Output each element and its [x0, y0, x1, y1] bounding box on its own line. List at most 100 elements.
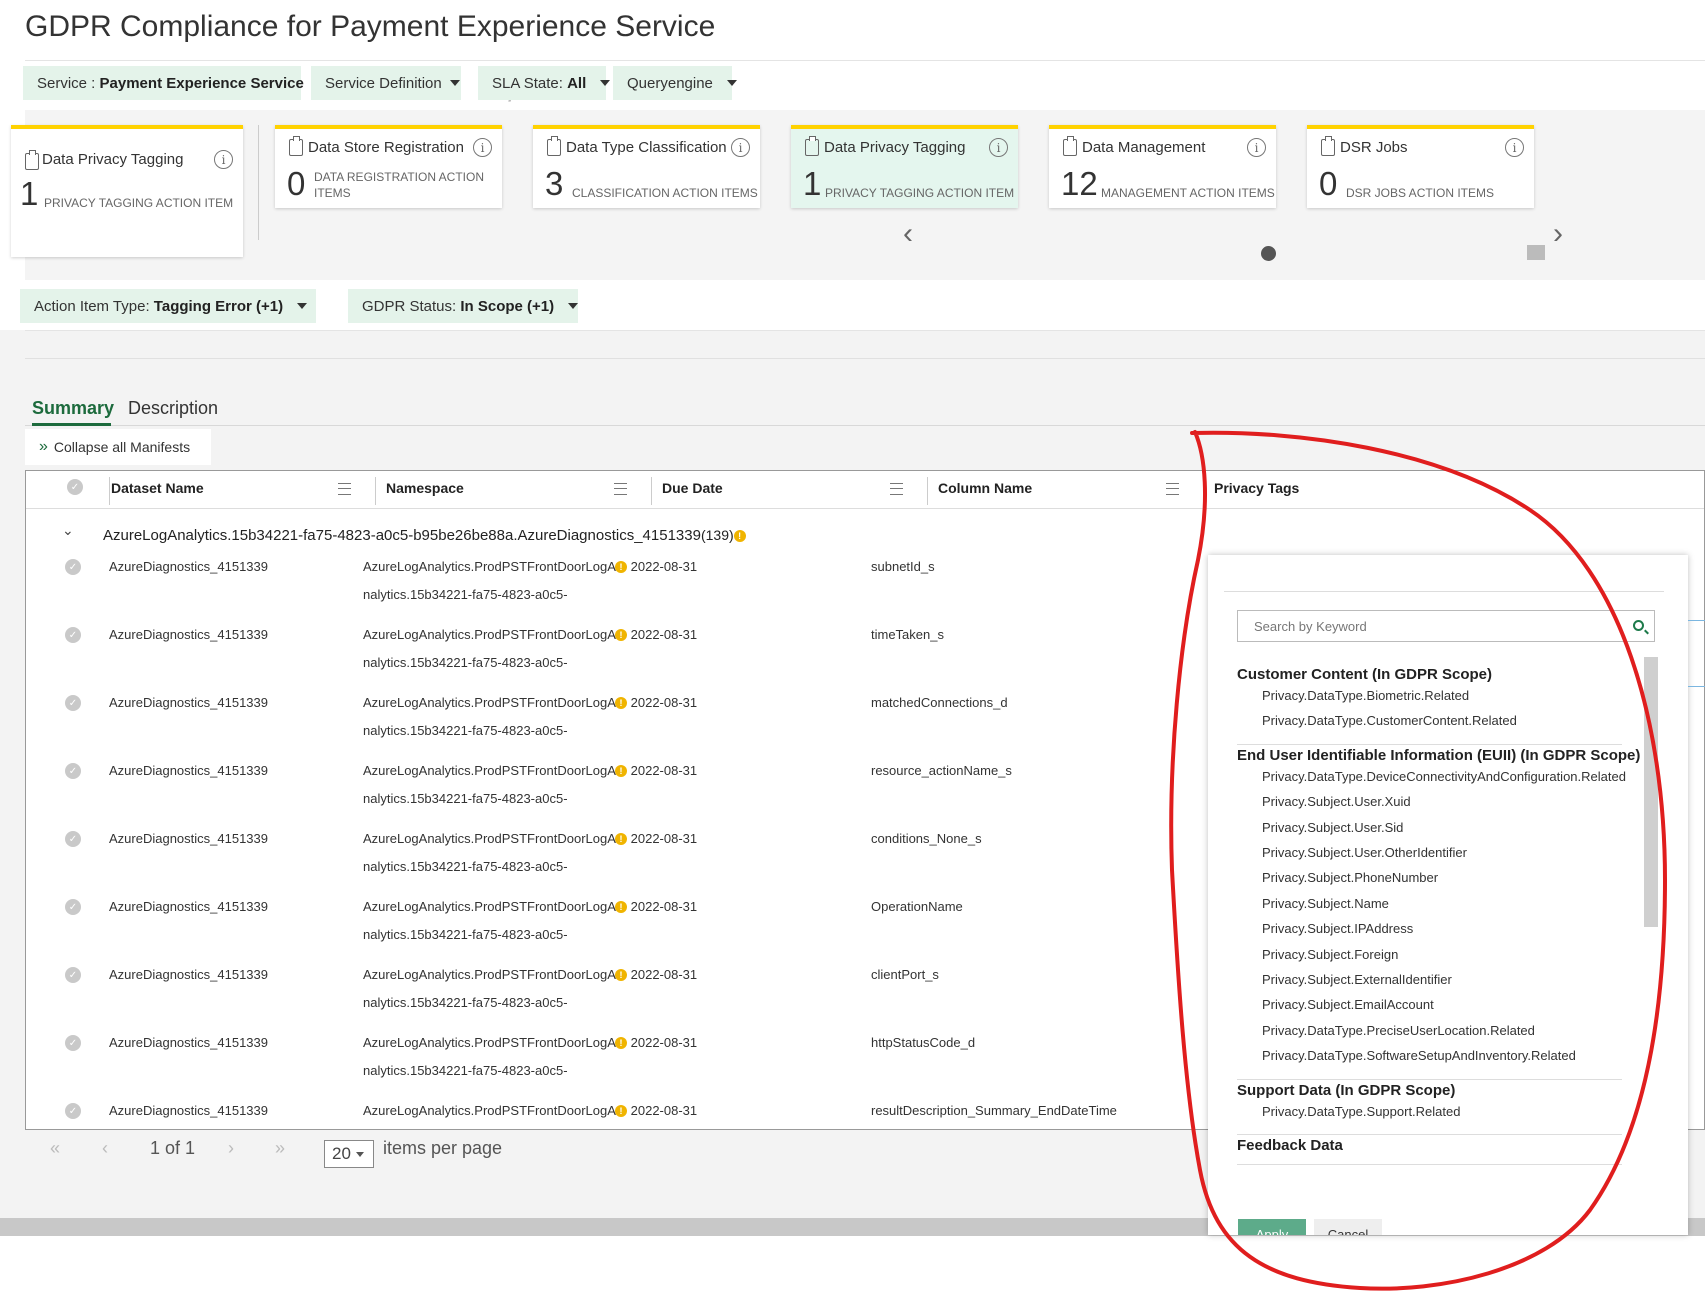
column-separator[interactable] — [651, 477, 652, 505]
tag-search-input[interactable]: Search by Keyword — [1237, 610, 1655, 642]
cell-column-name: timeTaken_s — [871, 627, 944, 642]
tile-data-management[interactable]: Data Management i 12 MANAGEMENT ACTION I… — [1049, 125, 1276, 208]
cancel-button[interactable]: Cancel — [1314, 1219, 1382, 1235]
gdpr-status-filter[interactable]: GDPR Status: In Scope (+1) — [348, 289, 579, 323]
tile-data-privacy-tagging[interactable]: Data Privacy Tagging i 1 PRIVACY TAGGING… — [791, 125, 1018, 208]
action-item-type-filter[interactable]: Action Item Type: Tagging Error (+1) — [20, 289, 316, 323]
tab-description[interactable]: Description — [128, 398, 218, 419]
privacy-tag-option[interactable]: Privacy.Subject.EmailAccount — [1262, 997, 1434, 1012]
privacy-tag-option[interactable]: Privacy.Subject.User.OtherIdentifier — [1262, 845, 1467, 860]
sla-state-filter[interactable]: SLA State: All — [478, 66, 611, 100]
chevron-down-icon — [297, 303, 308, 309]
column-separator[interactable] — [927, 477, 928, 505]
tile-data-store-registration[interactable]: Data Store Registration i 0 DATA REGISTR… — [275, 125, 502, 208]
info-icon[interactable]: i — [1247, 138, 1266, 157]
collapse-all-manifests-button[interactable]: » Collapse all Manifests — [25, 429, 211, 465]
service-definition-label: Service Definition — [325, 74, 442, 92]
chevron-left-icon[interactable]: ‹ — [903, 217, 913, 251]
previous-page-button[interactable]: ‹ — [102, 1138, 108, 1159]
column-menu-icon[interactable] — [890, 483, 903, 495]
chevron-down-icon — [449, 80, 460, 86]
check-circle-icon[interactable]: ✓ — [65, 1103, 81, 1119]
grid-header: ✓ Dataset Name Namespace Due Date Column… — [26, 471, 1704, 509]
column-header-due-date[interactable]: Due Date — [662, 480, 723, 496]
check-circle-icon[interactable]: ✓ — [65, 627, 81, 643]
search-icon[interactable] — [1633, 620, 1644, 631]
document-icon — [1321, 136, 1335, 156]
column-menu-icon[interactable] — [1166, 483, 1179, 495]
page-size-select[interactable]: 20 — [324, 1140, 374, 1168]
privacy-tag-option[interactable]: Privacy.DataType.DeviceConnectivityAndCo… — [1262, 769, 1626, 784]
cell-namespace-line2: nalytics.15b34221-fa75-4823-a0c5- — [363, 723, 568, 738]
column-menu-icon[interactable] — [614, 483, 627, 495]
privacy-tag-option[interactable]: Privacy.DataType.Support.Related — [1262, 1104, 1460, 1119]
due-date-value: 2022-08-31 — [630, 695, 698, 710]
column-header-namespace[interactable]: Namespace — [386, 480, 464, 496]
privacy-tag-option[interactable]: Privacy.DataType.PreciseUserLocation.Rel… — [1262, 1023, 1535, 1038]
privacy-tag-option[interactable]: Privacy.DataType.Biometric.Related — [1262, 688, 1469, 703]
check-circle-icon[interactable]: ✓ — [65, 763, 81, 779]
privacy-tag-option[interactable]: Privacy.Subject.Foreign — [1262, 947, 1398, 962]
apply-button[interactable]: Apply — [1238, 1219, 1306, 1235]
next-page-button[interactable]: › — [228, 1138, 234, 1159]
column-separator[interactable] — [1203, 477, 1204, 505]
tab-summary[interactable]: Summary — [32, 398, 114, 419]
column-separator[interactable] — [375, 477, 376, 505]
cell-column-name: conditions_None_s — [871, 831, 982, 846]
check-circle-icon[interactable]: ✓ — [65, 831, 81, 847]
check-circle-icon[interactable]: ✓ — [67, 479, 83, 495]
service-definition-filter[interactable]: Service Definition — [311, 66, 461, 100]
column-separator[interactable] — [109, 477, 110, 505]
warning-icon: ! — [615, 561, 627, 573]
page-size-value: 20 — [332, 1144, 351, 1163]
cell-column-name: matchedConnections_d — [871, 695, 1008, 710]
column-menu-icon[interactable] — [338, 483, 351, 495]
privacy-tag-option[interactable]: Privacy.Subject.ExternalIdentifier — [1262, 972, 1452, 987]
cell-due-date: ! 2022-08-31 — [615, 961, 697, 989]
privacy-tag-option[interactable]: Privacy.Subject.User.Xuid — [1262, 794, 1411, 809]
cell-namespace-line2: nalytics.15b34221-fa75-4823-a0c5- — [363, 1063, 568, 1078]
info-icon[interactable]: i — [1505, 138, 1524, 157]
cell-due-date: ! 2022-08-31 — [615, 689, 697, 717]
info-icon[interactable]: i — [731, 138, 750, 157]
column-header-column-name[interactable]: Column Name — [938, 480, 1032, 496]
service-filter-value: Payment Experience Service — [99, 74, 304, 92]
privacy-tag-option[interactable]: Privacy.DataType.SoftwareSetupAndInvento… — [1262, 1048, 1576, 1063]
privacy-tag-option[interactable]: Privacy.Subject.PhoneNumber — [1262, 870, 1438, 885]
info-icon[interactable]: i — [214, 150, 233, 169]
last-page-button[interactable]: » — [275, 1138, 285, 1159]
sla-state-prefix: SLA State: — [492, 74, 563, 92]
tile-dsr-jobs[interactable]: DSR Jobs i 0 DSR JOBS ACTION ITEMS — [1307, 125, 1534, 208]
check-circle-icon[interactable]: ✓ — [65, 695, 81, 711]
info-icon[interactable]: i — [989, 138, 1008, 157]
check-circle-icon[interactable]: ✓ — [65, 559, 81, 575]
selected-tile[interactable]: Data Privacy Tagging i 1 PRIVACY TAGGING… — [11, 125, 243, 257]
privacy-tag-option[interactable]: Privacy.DataType.CustomerContent.Related — [1262, 713, 1517, 728]
tag-list-scrollbar[interactable] — [1644, 657, 1658, 927]
chevron-right-icon[interactable]: › — [1553, 217, 1563, 251]
cell-due-date: ! 2022-08-31 — [615, 893, 697, 921]
cell-namespace-line1: AzureLogAnalytics.ProdPSTFrontDoorLogA — [363, 559, 616, 574]
column-header-dataset[interactable]: Dataset Name — [111, 480, 204, 496]
cell-column-name: clientPort_s — [871, 967, 939, 982]
cell-dataset-name: AzureDiagnostics_4151339 — [109, 1103, 268, 1118]
check-circle-icon[interactable]: ✓ — [65, 1035, 81, 1051]
privacy-tag-option[interactable]: Privacy.Subject.User.Sid — [1262, 820, 1403, 835]
tile-data-type-classification[interactable]: Data Type Classification i 3 CLASSIFICAT… — [533, 125, 760, 208]
tile-divider — [258, 125, 259, 240]
cell-dataset-name: AzureDiagnostics_4151339 — [109, 763, 268, 778]
check-circle-icon[interactable]: ✓ — [65, 967, 81, 983]
column-header-privacy-tags[interactable]: Privacy Tags — [1214, 480, 1299, 496]
first-page-button[interactable]: « — [50, 1138, 60, 1159]
check-circle-icon[interactable]: ✓ — [65, 899, 81, 915]
service-filter[interactable]: Service : Payment Experience Service — [23, 66, 322, 100]
carousel-dot-icon[interactable] — [1261, 246, 1276, 261]
cell-due-date: ! 2022-08-31 — [615, 1029, 697, 1057]
due-date-value: 2022-08-31 — [630, 763, 698, 778]
queryengine-filter[interactable]: Queryengine — [613, 66, 737, 100]
chevron-down-icon[interactable]: ⌄ — [62, 522, 74, 539]
privacy-tag-option[interactable]: Privacy.Subject.Name — [1262, 896, 1389, 911]
privacy-tag-option[interactable]: Privacy.Subject.IPAddress — [1262, 921, 1413, 936]
divider — [25, 330, 1705, 331]
info-icon[interactable]: i — [473, 138, 492, 157]
